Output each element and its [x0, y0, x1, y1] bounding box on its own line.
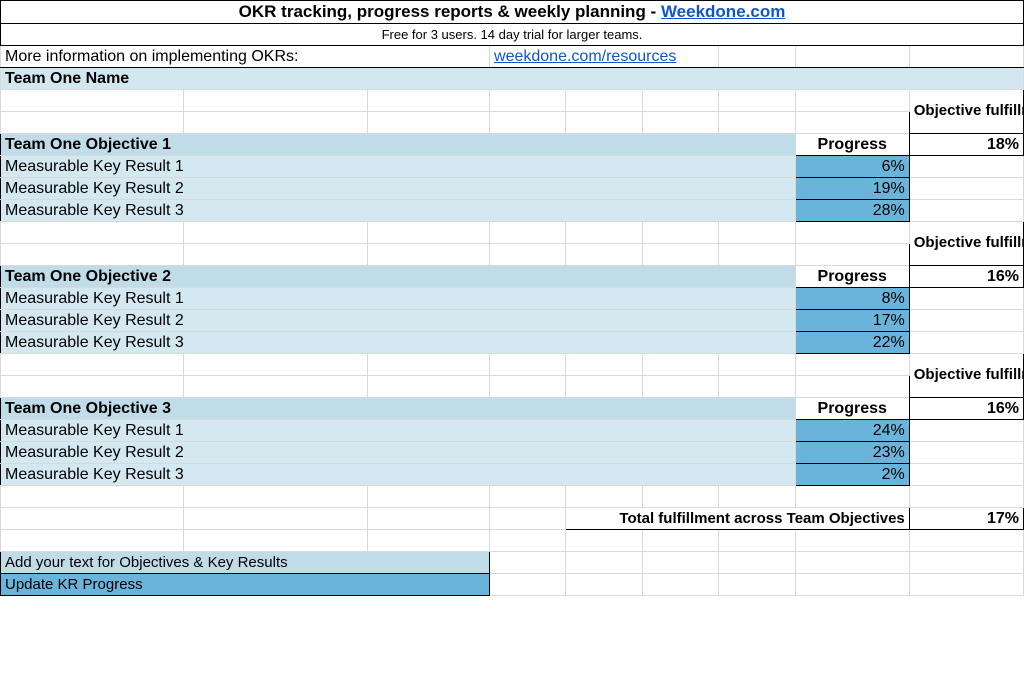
objective-fulfillment-pct: 18% [909, 134, 1023, 156]
kr-name[interactable]: Measurable Key Result 2 [1, 310, 796, 332]
obj-fulfillment-header: Objective fulfillment [909, 90, 1023, 134]
total-fulfillment-pct: 17% [909, 508, 1023, 530]
page-title: OKR tracking, progress reports & weekly … [1, 1, 1024, 24]
kr-name[interactable]: Measurable Key Result 1 [1, 156, 796, 178]
subtitle: Free for 3 users. 14 day trial for large… [1, 24, 1024, 46]
team-name[interactable]: Team One Name [1, 68, 1024, 90]
more-info-label: More information on implementing OKRs: [1, 46, 490, 68]
progress-header: Progress [795, 134, 909, 156]
resources-link[interactable]: weekdone.com/resources [494, 48, 676, 65]
obj-fulfillment-header: Objective fulfillment [909, 354, 1023, 398]
kr-name[interactable]: Measurable Key Result 1 [1, 420, 796, 442]
kr-name[interactable]: Measurable Key Result 1 [1, 288, 796, 310]
kr-progress[interactable]: 17% [795, 310, 909, 332]
objective-fulfillment-pct: 16% [909, 266, 1023, 288]
objective-name[interactable]: Team One Objective 1 [1, 134, 796, 156]
kr-progress[interactable]: 8% [795, 288, 909, 310]
legend-add-objectives: Add your text for Objectives & Key Resul… [1, 552, 490, 574]
obj-fulfillment-header: Objective fulfillment [909, 222, 1023, 266]
kr-progress[interactable]: 19% [795, 178, 909, 200]
kr-progress[interactable]: 2% [795, 464, 909, 486]
kr-progress[interactable]: 6% [795, 156, 909, 178]
kr-name[interactable]: Measurable Key Result 3 [1, 464, 796, 486]
title-link[interactable]: Weekdone.com [661, 2, 785, 21]
kr-name[interactable]: Measurable Key Result 2 [1, 442, 796, 464]
progress-header: Progress [795, 398, 909, 420]
kr-progress[interactable]: 23% [795, 442, 909, 464]
okr-sheet: OKR tracking, progress reports & weekly … [0, 0, 1024, 596]
objective-name[interactable]: Team One Objective 3 [1, 398, 796, 420]
objective-name[interactable]: Team One Objective 2 [1, 266, 796, 288]
title-text: OKR tracking, progress reports & weekly … [239, 2, 661, 21]
legend-update-progress: Update KR Progress [1, 574, 490, 596]
resources-link-cell: weekdone.com/resources [490, 46, 719, 68]
kr-name[interactable]: Measurable Key Result 3 [1, 200, 796, 222]
progress-header: Progress [795, 266, 909, 288]
kr-progress[interactable]: 28% [795, 200, 909, 222]
total-fulfillment-label: Total fulfillment across Team Objectives [566, 508, 909, 530]
kr-name[interactable]: Measurable Key Result 2 [1, 178, 796, 200]
kr-name[interactable]: Measurable Key Result 3 [1, 332, 796, 354]
kr-progress[interactable]: 22% [795, 332, 909, 354]
objective-fulfillment-pct: 16% [909, 398, 1023, 420]
kr-progress[interactable]: 24% [795, 420, 909, 442]
